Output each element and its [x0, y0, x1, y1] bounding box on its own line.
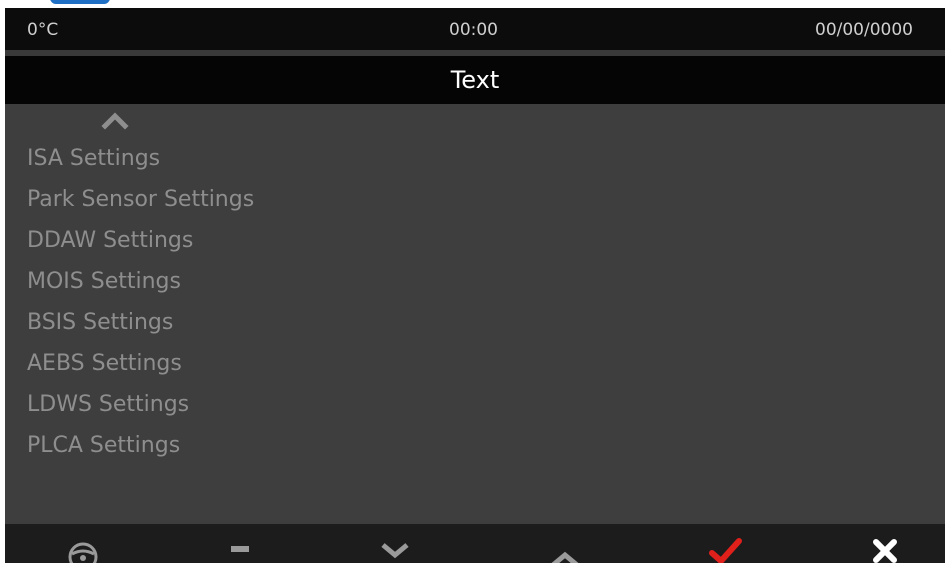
menu-item-ldws-settings[interactable]: LDWS Settings: [27, 385, 189, 425]
status-bar: 0°C 00:00 00/00/0000: [5, 8, 945, 50]
clock-readout: 00:00: [449, 20, 498, 40]
cancel-button[interactable]: [855, 524, 915, 563]
settings-menu: ISA Settings Park Sensor Settings DDAW S…: [5, 104, 945, 524]
menu-item-isa-settings[interactable]: ISA Settings: [27, 139, 160, 179]
down-button[interactable]: [365, 524, 425, 563]
accent-mark: [50, 0, 110, 4]
chevron-up-icon: [551, 551, 579, 563]
menu-item-aebs-settings[interactable]: AEBS Settings: [27, 344, 182, 384]
screen-title: Text: [5, 56, 945, 104]
close-icon: [873, 539, 897, 563]
up-button[interactable]: [535, 524, 595, 563]
menu-item-mois-settings[interactable]: MOIS Settings: [27, 262, 181, 302]
chevron-up-icon: [101, 112, 129, 130]
steering-wheel-button[interactable]: [53, 524, 113, 563]
menu-item-park-sensor-settings[interactable]: Park Sensor Settings: [27, 180, 254, 220]
steering-wheel-icon: [68, 542, 98, 563]
confirm-button[interactable]: [695, 524, 755, 563]
top-strip: [0, 0, 945, 8]
minus-icon: [231, 546, 249, 552]
date-readout: 00/00/0000: [815, 20, 913, 40]
scroll-up-indicator[interactable]: [100, 109, 130, 131]
temperature-readout: 0°C: [27, 20, 59, 40]
display-screen: 0°C 00:00 00/00/0000 Text ISA Settings P…: [5, 8, 945, 563]
menu-item-bsis-settings[interactable]: BSIS Settings: [27, 303, 173, 343]
menu-item-ddaw-settings[interactable]: DDAW Settings: [27, 221, 193, 261]
bottom-toolbar: [5, 524, 945, 563]
check-icon: [709, 538, 742, 563]
chevron-down-icon: [381, 543, 409, 559]
minus-button[interactable]: [210, 524, 270, 563]
menu-item-plca-settings[interactable]: PLCA Settings: [27, 426, 180, 466]
